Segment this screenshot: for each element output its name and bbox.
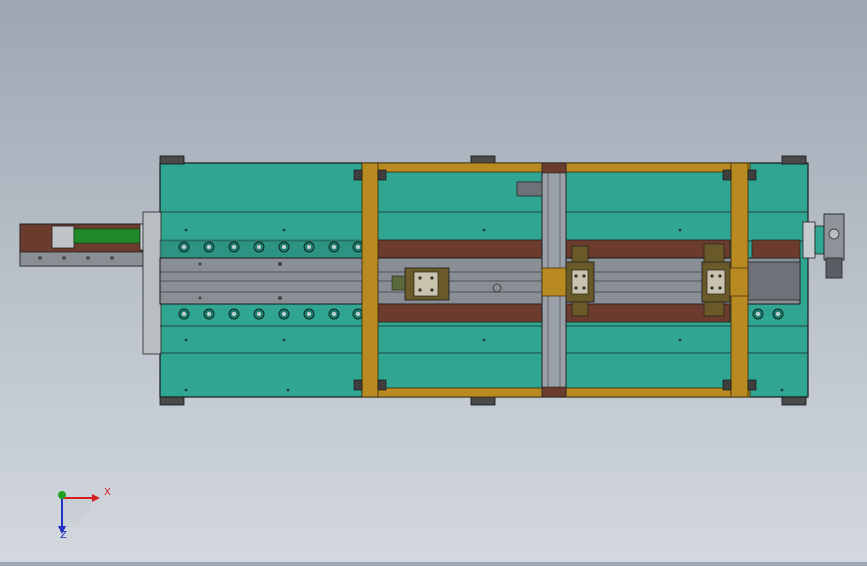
- coupling-block: [51, 225, 75, 249]
- triad-z-label: Z: [60, 530, 67, 541]
- coordinate-triad: [58, 491, 100, 534]
- motor-green: [73, 228, 145, 244]
- beam-side-bracket: [516, 181, 543, 197]
- model-view[interactable]: [0, 0, 867, 562]
- upper-brown-rail[interactable]: [159, 239, 731, 259]
- y-axis-arrow: [58, 491, 66, 499]
- triad-x-label: X: [104, 487, 111, 498]
- left-linear-module[interactable]: [19, 223, 161, 267]
- gantry-left-post: [361, 162, 379, 398]
- left-end-plate: [142, 211, 162, 355]
- cad-viewport[interactable]: X Z: [0, 0, 867, 562]
